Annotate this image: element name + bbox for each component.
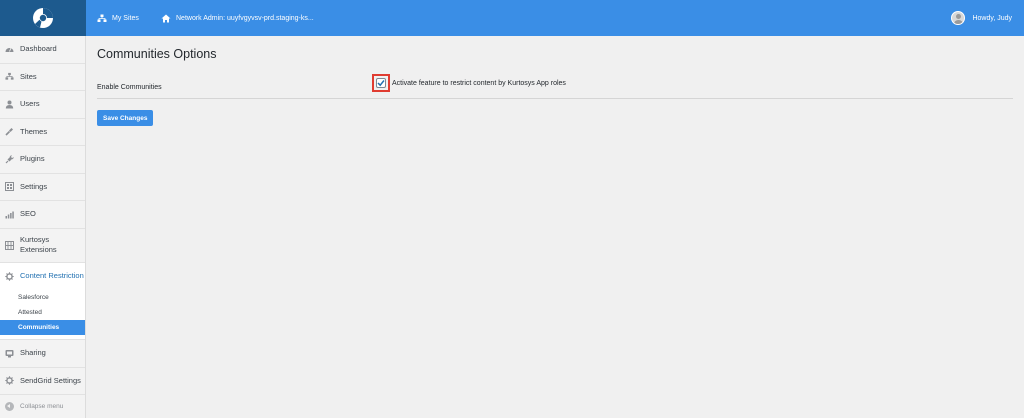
sidebar-item-seo[interactable]: SEO <box>0 201 85 229</box>
sidebar-item-sites[interactable]: Sites <box>0 64 85 91</box>
sharing-icon <box>5 349 14 358</box>
network-admin-label: Network Admin: uuyfvgyvsv-prd.staging-ks… <box>176 14 314 22</box>
site-logo[interactable] <box>0 0 86 36</box>
checkbox-description: Activate feature to restrict content by … <box>392 79 566 87</box>
checkbox-highlight <box>372 74 390 92</box>
sidebar-item-label: Content Restriction <box>20 271 84 280</box>
submenu-item-salesforce[interactable]: Salesforce <box>0 290 85 305</box>
sidebar-item-plugins[interactable]: Plugins <box>0 146 85 174</box>
checkmark-icon <box>377 80 385 87</box>
collapse-menu-button[interactable]: Collapse menu <box>0 395 85 417</box>
gear-icon <box>5 272 14 281</box>
main-content: Communities Options Enable Communities A… <box>86 36 1024 418</box>
sidebar-item-settings[interactable]: Settings <box>0 174 85 201</box>
user-account-menu[interactable]: Howdy, Judy <box>951 0 1012 36</box>
sidebar-item-label: Themes <box>20 126 48 136</box>
sidebar-item-label: Settings <box>20 181 48 191</box>
dashboard-icon <box>5 45 14 54</box>
home-icon <box>161 14 171 22</box>
enable-communities-checkbox[interactable] <box>376 78 386 88</box>
enable-communities-label: Enable Communities <box>97 84 162 91</box>
sidebar-item-label: Users <box>20 99 40 108</box>
sidebar-item-sendgrid-settings[interactable]: SendGrid Settings <box>0 368 85 395</box>
enable-communities-field: Activate feature to restrict content by … <box>372 74 566 92</box>
sidebar-item-dashboard[interactable]: Dashboard <box>0 36 85 64</box>
collapse-icon <box>5 401 14 411</box>
logo-icon <box>33 8 53 28</box>
sidebar-item-kurtosys-extensions[interactable]: Kurtosys Extensions <box>0 229 85 263</box>
users-icon <box>5 100 14 109</box>
sidebar-item-themes[interactable]: Themes <box>0 119 85 146</box>
form-divider <box>97 98 1013 99</box>
sidebar-item-label: Sites <box>20 71 37 81</box>
gear-icon <box>5 376 14 385</box>
settings-icon <box>5 182 14 192</box>
submenu-item-communities[interactable]: Communities <box>0 320 85 335</box>
submenu-item-attested[interactable]: Attested <box>0 305 85 320</box>
sidebar-item-label: SendGrid Settings <box>20 375 81 385</box>
seo-icon <box>5 210 14 219</box>
sidebar-item-users[interactable]: Users <box>0 91 85 119</box>
admin-top-bar: My Sites Network Admin: uuyfvgyvsv-prd.s… <box>0 0 1024 36</box>
page-title: Communities Options <box>97 47 217 61</box>
avatar <box>951 11 966 25</box>
sidebar-item-label: Sharing <box>20 348 46 357</box>
admin-sidebar: Dashboard Sites Users Themes Plugins Set… <box>0 36 86 418</box>
my-sites-label: My Sites <box>112 14 139 22</box>
sidebar-item-label: Kurtosys Extensions <box>20 234 57 255</box>
sidebar-item-label: Plugins <box>20 154 45 163</box>
themes-icon <box>5 127 14 136</box>
sidebar-item-sharing[interactable]: Sharing <box>0 340 85 368</box>
sites-icon <box>97 14 107 22</box>
network-admin-link[interactable]: Network Admin: uuyfvgyvsv-prd.staging-ks… <box>161 0 314 36</box>
my-sites-link[interactable]: My Sites <box>97 0 139 36</box>
sites-icon <box>5 72 14 81</box>
sidebar-item-label: Dashboard <box>20 44 57 53</box>
sidebar-item-content-restriction[interactable]: Content Restriction <box>0 262 85 290</box>
sidebar-item-label: SEO <box>20 209 36 218</box>
kurtosys-icon <box>5 240 14 250</box>
save-changes-button[interactable]: Save Changes <box>97 110 154 126</box>
plugins-icon <box>5 154 14 164</box>
howdy-label: Howdy, Judy <box>972 14 1012 22</box>
collapse-menu-label: Collapse menu <box>20 402 64 410</box>
content-restriction-submenu: Salesforce Attested Communities <box>0 290 85 340</box>
